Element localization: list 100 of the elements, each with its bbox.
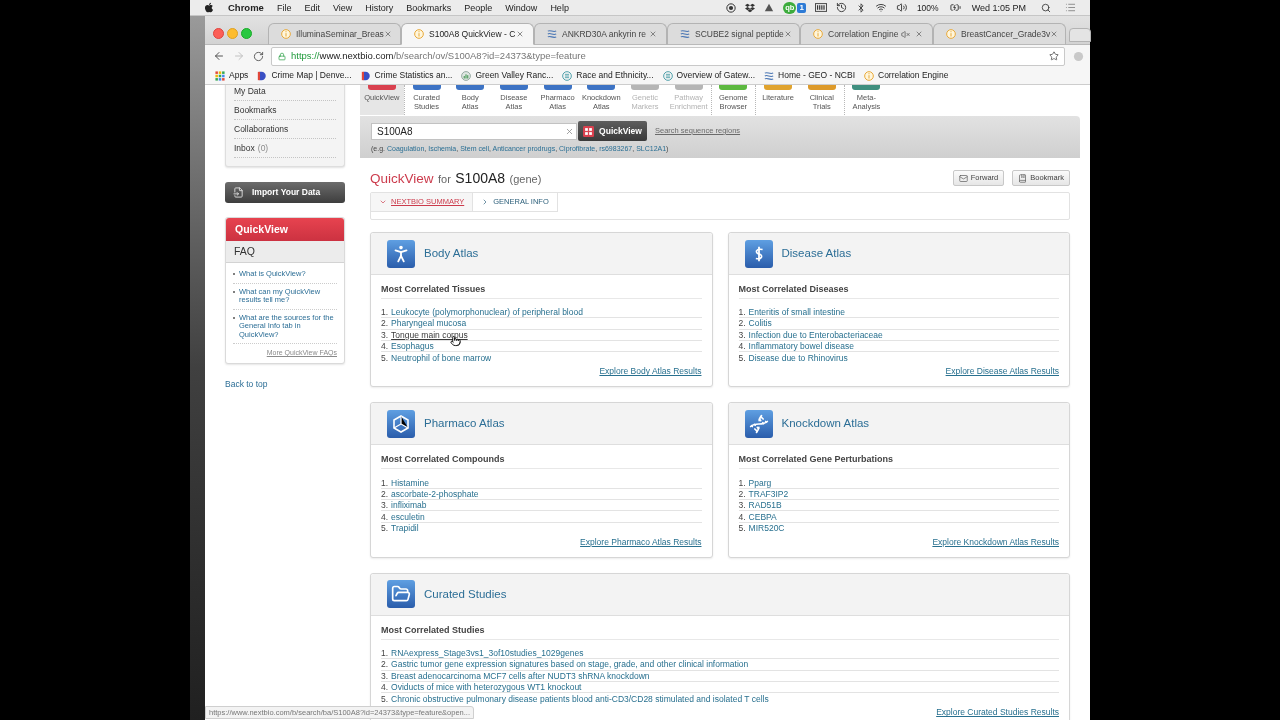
- close-icon[interactable]: [383, 30, 392, 38]
- result-link[interactable]: Pparg: [748, 477, 772, 488]
- menu-item[interactable]: Help: [550, 1, 569, 14]
- menu-item[interactable]: My Data: [234, 85, 336, 101]
- notification-count: 1: [797, 2, 806, 13]
- result-link[interactable]: Pharyngeal mucosa: [391, 318, 467, 329]
- star-icon[interactable]: [1049, 51, 1059, 61]
- result-link[interactable]: Histamine: [391, 477, 429, 488]
- explore-link[interactable]: Explore Pharmaco Atlas Results: [580, 536, 702, 548]
- bookmark-item[interactable]: Crime Map | Denve...: [257, 70, 352, 81]
- result-link[interactable]: Inflammatory bowel disease: [748, 341, 854, 352]
- result-link[interactable]: Gastric tumor gene expression signatures based on stage, grade, and other clinical information: [391, 659, 749, 670]
- close-icon[interactable]: [783, 30, 792, 38]
- muted-speaker-icon[interactable]: [901, 29, 910, 39]
- browser-tab[interactable]: ANKRD30A ankyrin re: [534, 23, 667, 45]
- menu-item[interactable]: People: [464, 1, 493, 14]
- result-link[interactable]: Breast adenocarcinoma MCF7 cells after NUDT3 shRNA knockdown: [391, 670, 650, 681]
- result-link[interactable]: CEBPA: [748, 511, 777, 522]
- wifi-icon[interactable]: [874, 2, 887, 13]
- result-link[interactable]: Colitis: [748, 318, 772, 329]
- result-link[interactable]: Tongue main corpus: [391, 329, 468, 340]
- back-to-top-link[interactable]: Back to top: [225, 379, 345, 390]
- result-link[interactable]: Enteritis of small intestine: [748, 307, 845, 318]
- bookmark-item[interactable]: Home - GEO - NCBI: [764, 70, 855, 81]
- volume-icon[interactable]: [895, 2, 908, 13]
- apps-grid-icon: [215, 70, 225, 81]
- result-link[interactable]: RAD51B: [748, 500, 782, 511]
- close-window-button[interactable]: [213, 28, 224, 39]
- browser-tab[interactable]: IlluminaSeminar_Breas: [268, 23, 401, 45]
- explore-link[interactable]: Explore Body Atlas Results: [599, 366, 702, 378]
- result-link[interactable]: esculetin: [391, 511, 425, 522]
- bookmark-item[interactable]: Apps: [215, 70, 249, 81]
- menu-item[interactable]: Window: [505, 1, 538, 14]
- card-subtitle: Most Correlated Gene Perturbations: [738, 453, 1059, 470]
- record-icon[interactable]: [726, 2, 737, 13]
- back-icon[interactable]: [213, 50, 225, 62]
- menu-item[interactable]: Edit: [304, 1, 320, 14]
- result-link[interactable]: Esophagus: [391, 341, 434, 352]
- bookmark-item[interactable]: Race and Ethnicity...: [562, 70, 654, 81]
- result-link[interactable]: ascorbate-2-phosphate: [391, 488, 479, 499]
- bookmark-item[interactable]: Crime Statistics an...: [360, 70, 453, 81]
- result-link[interactable]: Chronic obstructive pulmonary disease patients blood anti-CD3/CD28 stimulated and isolated T cells: [391, 693, 769, 704]
- dna-icon: [744, 410, 773, 438]
- menu-item[interactable]: Bookmarks: [234, 101, 336, 120]
- browser-tab[interactable]: Correlation Engine: [800, 23, 933, 45]
- clock-text[interactable]: Wed 1:05 PM: [971, 1, 1026, 14]
- explore-link[interactable]: Explore Knockdown Atlas Results: [932, 536, 1059, 548]
- search-icon[interactable]: [1041, 2, 1051, 13]
- menu-item[interactable]: Inbox (0): [234, 139, 336, 158]
- bookmark-item[interactable]: Overview of Gatew...: [662, 70, 755, 81]
- close-icon[interactable]: [1050, 30, 1059, 38]
- result-link[interactable]: Leukocyte (polymorphonuclear) of peripheral blood: [391, 307, 583, 318]
- import-button[interactable]: Import Your Data: [225, 182, 345, 203]
- item-number: 3.: [381, 500, 389, 511]
- result-link[interactable]: Oviducts of mice with heterozygous WT1 knockout: [391, 682, 582, 692]
- explore-link[interactable]: Explore Disease Atlas Results: [945, 366, 1059, 378]
- explore-link[interactable]: Explore Curated Studies Results: [936, 707, 1059, 719]
- app-menu[interactable]: Chrome: [228, 1, 264, 14]
- browser-tab[interactable]: BreastCancer_Grade3v: [933, 23, 1066, 45]
- open-box-icon[interactable]: [745, 2, 756, 13]
- menu-item[interactable]: Collaborations: [234, 120, 336, 139]
- list-icon[interactable]: [1065, 2, 1076, 13]
- triangle-icon[interactable]: [764, 2, 775, 13]
- address-bar[interactable]: https://www.nextbio.com/b/search/ov/S100A8?id=24373&type=feature: [271, 46, 1065, 66]
- bookmark-item[interactable]: Correlation Engine: [864, 70, 949, 81]
- browser-tab[interactable]: S100A8 QuickView - C: [401, 23, 534, 45]
- menu-item[interactable]: History: [365, 1, 394, 14]
- minimize-window-button[interactable]: [227, 28, 238, 39]
- zoom-window-button[interactable]: [241, 28, 252, 39]
- close-icon[interactable]: [915, 30, 923, 38]
- reload-icon[interactable]: [253, 50, 264, 62]
- item-number: 3.: [381, 670, 389, 681]
- battery-icon[interactable]: [947, 2, 963, 13]
- result-link[interactable]: MIR520C: [748, 523, 785, 534]
- card-title: Curated Studies: [424, 586, 507, 602]
- bookmark-item[interactable]: Green Valley Ranc...: [461, 70, 554, 81]
- menu-item[interactable]: Bookmarks: [406, 1, 452, 14]
- menu-item[interactable]: File: [276, 1, 292, 14]
- browser-tab[interactable]: SCUBE2 signal peptide: [667, 23, 800, 45]
- result-link[interactable]: Neutrophil of bone marrow: [391, 352, 492, 363]
- clock-arrow-icon[interactable]: [835, 2, 847, 13]
- bluetooth-icon[interactable]: [855, 2, 866, 13]
- quickview-button[interactable]: QuickView: [578, 121, 647, 141]
- close-icon[interactable]: [516, 30, 524, 38]
- apple-icon[interactable]: [204, 2, 214, 13]
- result-link[interactable]: infliximab: [391, 500, 427, 511]
- card-subtitle: Most Correlated Diseases: [738, 283, 1059, 299]
- result-link[interactable]: RNAexpress_Stage3vs1_3of10studies_1029genes: [391, 648, 584, 659]
- new-tab-button[interactable]: [1069, 28, 1091, 42]
- menu-item[interactable]: View: [332, 1, 353, 14]
- card-title: Pharmaco Atlas: [424, 416, 505, 432]
- result-link[interactable]: Trapidil: [391, 523, 419, 534]
- bars-box-icon[interactable]: [814, 3, 827, 12]
- result-link[interactable]: Infection due to Enterobacteriaceae: [748, 329, 883, 340]
- search-field[interactable]: S100A8: [371, 122, 577, 140]
- result-link[interactable]: Disease due to Rhinovirus: [748, 352, 848, 363]
- item-number: 2.: [738, 318, 746, 329]
- close-icon[interactable]: [649, 30, 657, 38]
- result-link[interactable]: TRAF3IP2: [748, 488, 789, 499]
- card-title: Knockdown Atlas: [781, 416, 870, 432]
